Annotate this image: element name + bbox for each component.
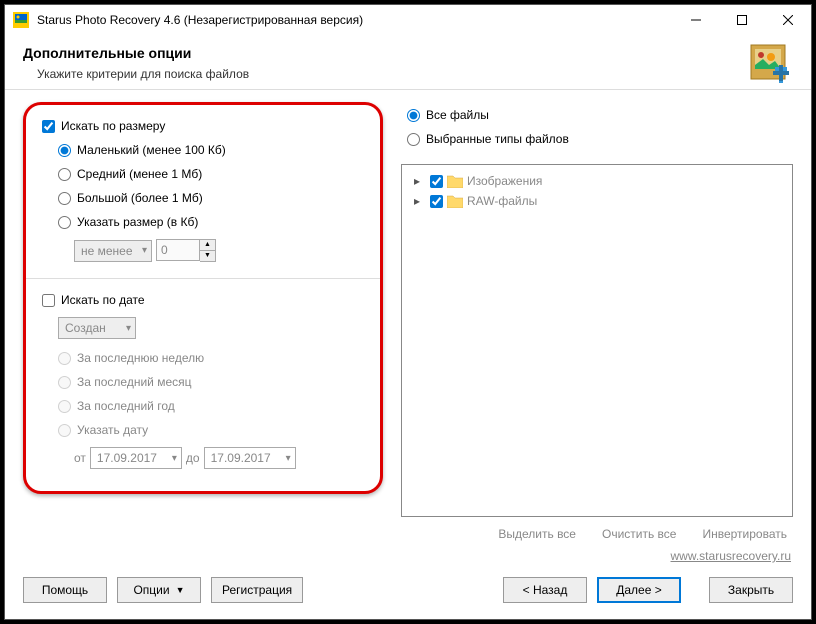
- titlebar[interactable]: Starus Photo Recovery 4.6 (Незарегистрир…: [5, 5, 811, 35]
- spin-down-button[interactable]: ▼: [200, 251, 215, 262]
- tree-row-images[interactable]: ▸ Изображения: [408, 171, 786, 191]
- selected-types-label: Выбранные типы файлов: [426, 132, 569, 146]
- expand-icon[interactable]: ▸: [414, 174, 426, 188]
- search-by-size-checkbox[interactable]: [42, 120, 55, 133]
- date-from-input[interactable]: 17.09.2017: [90, 447, 182, 469]
- selected-types-radio[interactable]: [407, 133, 420, 146]
- date-custom-radio[interactable]: [58, 424, 71, 437]
- date-from-label: от: [74, 451, 86, 465]
- date-type-combo[interactable]: Создан: [58, 317, 136, 339]
- folder-icon: [447, 174, 463, 188]
- date-to-input[interactable]: 17.09.2017: [204, 447, 296, 469]
- tree-checkbox-raw[interactable]: [430, 195, 443, 208]
- size-custom-radio[interactable]: [58, 216, 71, 229]
- tree-checkbox-images[interactable]: [430, 175, 443, 188]
- date-month-label: За последний месяц: [77, 375, 192, 389]
- size-large-label: Большой (более 1 Мб): [77, 191, 203, 205]
- size-small-label: Маленький (менее 100 Кб): [77, 143, 226, 157]
- size-large-radio[interactable]: [58, 192, 71, 205]
- title-text: Starus Photo Recovery 4.6 (Незарегистрир…: [37, 13, 673, 27]
- tree-label-images: Изображения: [467, 174, 542, 188]
- maximize-button[interactable]: [719, 5, 765, 35]
- size-medium-radio[interactable]: [58, 168, 71, 181]
- chevron-down-icon: ▼: [176, 585, 185, 595]
- app-window: Starus Photo Recovery 4.6 (Незарегистрир…: [4, 4, 812, 620]
- spin-up-button[interactable]: ▲: [200, 240, 215, 251]
- date-week-radio[interactable]: [58, 352, 71, 365]
- tree-label-raw: RAW-файлы: [467, 194, 537, 208]
- back-button[interactable]: < Назад: [503, 577, 587, 603]
- size-medium-label: Средний (менее 1 Мб): [77, 167, 202, 181]
- size-value-input[interactable]: [156, 239, 200, 261]
- date-year-label: За последний год: [77, 399, 175, 413]
- help-button[interactable]: Помощь: [23, 577, 107, 603]
- size-condition-combo[interactable]: не менее: [74, 240, 152, 262]
- date-custom-label: Указать дату: [77, 423, 148, 437]
- size-small-radio[interactable]: [58, 144, 71, 157]
- clear-all-link[interactable]: Очистить все: [602, 527, 676, 541]
- next-button[interactable]: Далее >: [597, 577, 681, 603]
- register-button[interactable]: Регистрация: [211, 577, 303, 603]
- date-month-radio[interactable]: [58, 376, 71, 389]
- size-custom-label: Указать размер (в Кб): [77, 215, 198, 229]
- size-section: Искать по размеру Маленький (менее 100 К…: [38, 115, 368, 270]
- date-year-radio[interactable]: [58, 400, 71, 413]
- search-by-date-label: Искать по дате: [61, 293, 145, 307]
- select-all-link[interactable]: Выделить все: [498, 527, 576, 541]
- page-title: Дополнительные опции: [23, 45, 249, 61]
- page-subtitle: Укажите критерии для поиска файлов: [23, 67, 249, 81]
- date-section: Искать по дате Создан За последнюю недел…: [38, 289, 368, 473]
- app-icon: [13, 12, 29, 28]
- search-by-date-checkbox[interactable]: [42, 294, 55, 307]
- invert-link[interactable]: Инвертировать: [702, 527, 787, 541]
- folder-icon: [447, 194, 463, 208]
- options-button[interactable]: Опции▼: [117, 577, 201, 603]
- close-wizard-button[interactable]: Закрыть: [709, 577, 793, 603]
- close-button[interactable]: [765, 5, 811, 35]
- search-by-size-label: Искать по размеру: [61, 119, 165, 133]
- date-to-label: до: [186, 451, 200, 465]
- photo-icon: [749, 43, 793, 87]
- all-files-radio[interactable]: [407, 109, 420, 122]
- all-files-label: Все файлы: [426, 108, 489, 122]
- highlighted-region: Искать по размеру Маленький (менее 100 К…: [23, 102, 383, 494]
- expand-icon[interactable]: ▸: [414, 194, 426, 208]
- minimize-button[interactable]: [673, 5, 719, 35]
- footer: Помощь Опции▼ Регистрация < Назад Далее …: [5, 567, 811, 619]
- site-link[interactable]: www.starusrecovery.ru: [671, 549, 791, 563]
- date-week-label: За последнюю неделю: [77, 351, 204, 365]
- wizard-header: Дополнительные опции Укажите критерии дл…: [5, 35, 811, 90]
- tree-row-raw[interactable]: ▸ RAW-файлы: [408, 191, 786, 211]
- file-types-tree[interactable]: ▸ Изображения ▸ RAW-файлы: [401, 164, 793, 517]
